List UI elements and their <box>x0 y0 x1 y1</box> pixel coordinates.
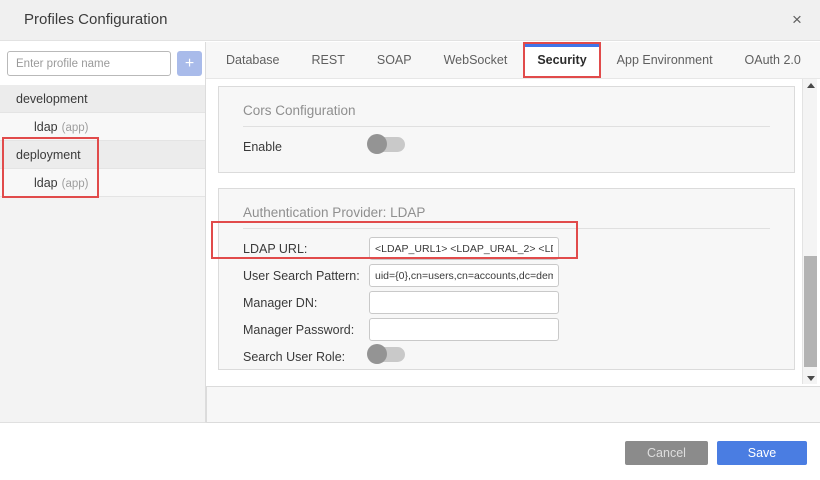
dialog-header: Profiles Configuration × <box>0 0 820 41</box>
main-panel: Database REST SOAP WebSocket Security Ap… <box>206 42 820 423</box>
vertical-scrollbar[interactable] <box>802 79 817 384</box>
search-user-role-toggle[interactable] <box>369 347 405 362</box>
add-profile-button[interactable]: + <box>177 51 202 76</box>
tab-rest[interactable]: REST <box>296 42 361 78</box>
sidebar-item-ldap-app-2[interactable]: ldap (app) <box>0 169 205 197</box>
manager-password-row: Manager Password: <box>243 316 770 343</box>
tab-app-environment[interactable]: App Environment <box>601 42 729 78</box>
tab-soap[interactable]: SOAP <box>361 42 428 78</box>
sidebar-item-development[interactable]: development <box>0 85 205 113</box>
cors-enable-row: Enable <box>243 133 770 159</box>
save-button[interactable]: Save <box>717 441 807 465</box>
cors-configuration-section: Cors Configuration Enable <box>218 86 795 173</box>
bottom-empty-section <box>206 386 820 423</box>
app-label: ldap <box>34 176 58 190</box>
tab-database[interactable]: Database <box>210 42 296 78</box>
profile-label: development <box>16 92 88 106</box>
sidebar-item-deployment[interactable]: deployment <box>0 141 205 169</box>
close-icon[interactable]: × <box>786 9 808 31</box>
scrollbar-thumb[interactable] <box>804 256 817 367</box>
profile-name-input[interactable] <box>7 51 171 76</box>
dialog-footer: Cancel Save <box>0 424 820 480</box>
toggle-knob-icon <box>367 344 387 364</box>
ldap-url-row: LDAP URL: <box>243 235 770 262</box>
profile-list: development ldap (app) deployment ldap (ap… <box>0 85 205 197</box>
enable-label: Enable <box>243 140 282 154</box>
section-divider <box>243 228 770 229</box>
ldap-url-label: LDAP URL: <box>243 242 307 256</box>
manager-dn-label: Manager DN: <box>243 296 317 310</box>
scroll-up-icon[interactable] <box>803 79 818 91</box>
ldap-section-title: Authentication Provider: LDAP <box>243 205 770 220</box>
tab-security[interactable]: Security <box>523 42 600 78</box>
user-search-pattern-label: User Search Pattern: <box>243 269 360 283</box>
ldap-url-input[interactable] <box>369 237 559 260</box>
profile-label: deployment <box>16 148 81 162</box>
tab-websocket[interactable]: WebSocket <box>428 42 524 78</box>
section-divider <box>243 126 770 127</box>
manager-dn-row: Manager DN: <box>243 289 770 316</box>
cors-section-title: Cors Configuration <box>243 103 770 118</box>
dialog-title: Profiles Configuration <box>24 11 167 28</box>
cancel-button[interactable]: Cancel <box>625 441 708 465</box>
cors-enable-toggle[interactable] <box>369 137 405 152</box>
manager-password-label: Manager Password: <box>243 323 354 337</box>
ldap-provider-section: Authentication Provider: LDAP LDAP URL: … <box>218 188 795 370</box>
app-suffix: (app) <box>62 178 89 190</box>
scroll-down-icon[interactable] <box>803 372 818 384</box>
search-user-role-label: Search User Role: <box>243 350 345 364</box>
user-search-pattern-input[interactable] <box>369 264 559 287</box>
tab-oauth20[interactable]: OAuth 2.0 <box>729 42 817 78</box>
manager-dn-input[interactable] <box>369 291 559 314</box>
tab-bar: Database REST SOAP WebSocket Security Ap… <box>206 42 820 79</box>
profiles-sidebar: + development ldap (app) deployment ldap (… <box>0 42 206 423</box>
manager-password-input[interactable] <box>369 318 559 341</box>
profiles-configuration-dialog: Profiles Configuration × + development l… <box>0 0 820 480</box>
user-search-pattern-row: User Search Pattern: <box>243 262 770 289</box>
app-label: ldap <box>34 120 58 134</box>
search-user-role-row: Search User Role: <box>243 343 770 369</box>
sidebar-item-ldap-app-1[interactable]: ldap (app) <box>0 113 205 141</box>
profile-input-row: + <box>0 42 205 85</box>
app-suffix: (app) <box>62 122 89 134</box>
toggle-knob-icon <box>367 134 387 154</box>
